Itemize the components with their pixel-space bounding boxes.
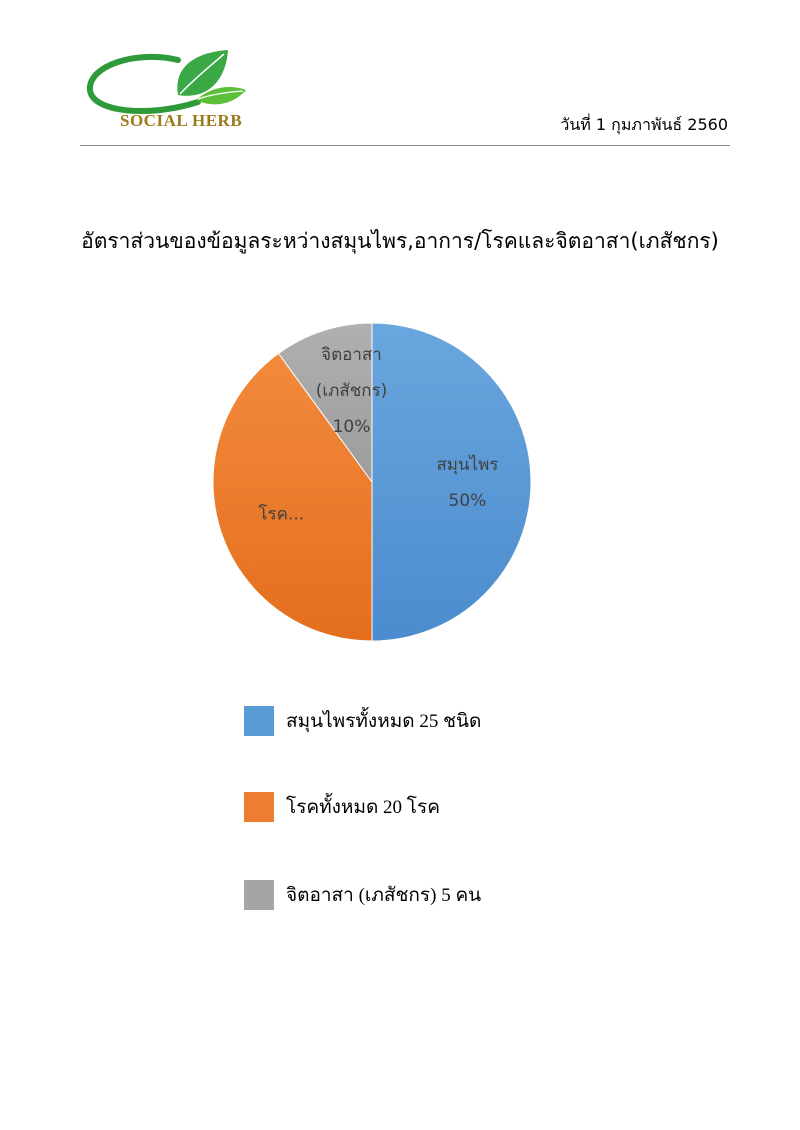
- slice-label-disease: โรค...: [258, 504, 304, 525]
- legend-swatch-practitioner: [244, 880, 274, 910]
- legend-swatch-herb: [244, 706, 274, 736]
- slice-label-practitioner-line1: จิตอาสา: [321, 345, 382, 365]
- pie-slice-herb: [371, 322, 532, 642]
- slice-value-herb: 50%: [449, 491, 487, 511]
- slice-label-practitioner-line2: (เภสัชกร): [316, 381, 388, 401]
- legend-item-herb: สมุนไพรทั้งหมด 25 ชนิด: [244, 706, 481, 736]
- slice-label-herb: สมุนไพร: [436, 454, 498, 475]
- pie-chart: สมุนไพร 50% โรค... จิตอาสา (เภสัชกร) 10%: [212, 322, 532, 642]
- legend-swatch-disease: [244, 792, 274, 822]
- legend-label-disease: โรคทั้งหมด 20 โรค: [286, 797, 440, 818]
- legend-item-disease: โรคทั้งหมด 20 โรค: [244, 792, 440, 822]
- legend-item-practitioner: จิตอาสา (เภสัชกร) 5 คน: [244, 880, 481, 910]
- legend-label-herb: สมุนไพรทั้งหมด 25 ชนิด: [286, 711, 482, 732]
- legend-label-practitioner: จิตอาสา (เภสัชกร) 5 คน: [286, 885, 482, 906]
- slice-value-practitioner: 10%: [333, 417, 371, 437]
